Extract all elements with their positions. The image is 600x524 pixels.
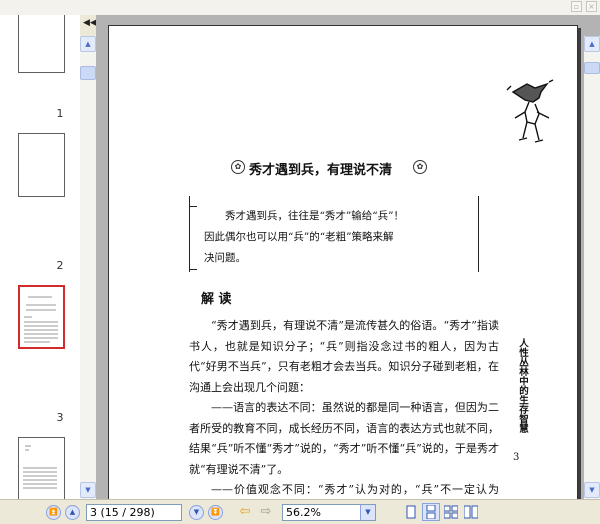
restore-icon[interactable]: ▫ bbox=[571, 1, 582, 12]
paragraph: “秀才遇到兵，有理说不清”是流传甚久的俗语。“秀才”指读书人，也就是知识分子；“… bbox=[189, 319, 499, 394]
thumbnail-label: 1 bbox=[56, 107, 64, 120]
back-arrow-icon[interactable]: ⇦ bbox=[237, 504, 253, 521]
forward-arrow-icon[interactable]: ⇨ bbox=[258, 504, 274, 521]
thumbnail-label: 2 bbox=[56, 259, 64, 272]
document-scroll-thumb[interactable] bbox=[584, 62, 600, 74]
page-number: 3 bbox=[513, 452, 520, 463]
quote-line: 秀才遇到兵，往往是“秀才”输给“兵”！ bbox=[225, 210, 404, 222]
previous-page-icon[interactable]: ▲ bbox=[65, 505, 80, 520]
first-page-icon[interactable]: ⏫ bbox=[46, 505, 61, 520]
thumbnail-page-4[interactable] bbox=[18, 437, 65, 499]
zoom-field[interactable]: 56.2% ▼ bbox=[282, 504, 376, 521]
quote-line: 决问题。 bbox=[204, 252, 246, 264]
document-page: ✿ 秀才遇到兵，有理说不清 ✿ 秀才遇到兵，往往是“秀才”输给“兵”！ 因此偶尔… bbox=[108, 25, 578, 499]
navigation-bar: ⏫ ▲ 3 (15 / 298) ▼ ⏬ ⇦ ⇨ 56.2% ▼ bbox=[0, 499, 600, 524]
zoom-value: 56.2% bbox=[286, 506, 321, 519]
page-number-field[interactable]: 3 (15 / 298) bbox=[86, 504, 182, 521]
single-page-view-icon[interactable] bbox=[402, 503, 420, 521]
continuous-view-icon[interactable] bbox=[422, 503, 440, 521]
scroll-down-icon[interactable]: ▼ bbox=[584, 482, 600, 498]
right-ornament-icon: ✿ bbox=[413, 160, 427, 174]
zoom-dropdown-icon[interactable]: ▼ bbox=[360, 505, 375, 520]
document-view: ✿ 秀才遇到兵，有理说不清 ✿ 秀才遇到兵，往往是“秀才”输给“兵”！ 因此偶尔… bbox=[96, 15, 600, 499]
scroll-up-icon[interactable]: ▲ bbox=[584, 36, 600, 52]
body-text: “秀才遇到兵，有理说不清”是流传甚久的俗语。“秀才”指读书人，也就是知识分子；“… bbox=[189, 316, 499, 499]
scroll-down-icon[interactable]: ▼ bbox=[80, 482, 96, 498]
quote-line: 因此偶尔也可以用“兵”的“老粗”策略来解 bbox=[204, 231, 394, 243]
thumbnail-page-2[interactable] bbox=[18, 133, 65, 197]
thumbnail-pane: 1 2 3 bbox=[0, 15, 80, 499]
thumbnail-text-lines bbox=[23, 445, 57, 489]
thumbnail-label: 3 bbox=[56, 411, 64, 424]
paragraph: ——价值观念不同：“秀才”认为对的，“兵”不一定认为对，“秀才”认为错的，“兵”… bbox=[211, 483, 499, 496]
section-heading: 解 读 bbox=[201, 292, 232, 307]
thumbnail-page-3[interactable] bbox=[18, 285, 65, 349]
thumbnail-scroll-thumb[interactable] bbox=[80, 66, 96, 80]
fox-illustration bbox=[506, 79, 554, 143]
thumbnail-scrollbar[interactable]: ▲ ▼ bbox=[80, 36, 96, 499]
continuous-facing-view-icon[interactable] bbox=[462, 503, 480, 521]
last-page-icon[interactable]: ⏬ bbox=[208, 505, 223, 520]
close-icon[interactable]: × bbox=[586, 1, 597, 12]
next-page-icon[interactable]: ▼ bbox=[189, 505, 204, 520]
facing-view-icon[interactable] bbox=[442, 503, 460, 521]
document-scrollbar[interactable]: ▲ ▼ bbox=[584, 36, 600, 499]
scroll-up-icon[interactable]: ▲ bbox=[80, 36, 96, 52]
running-side-caption: 人性丛林中的生存智慧 bbox=[517, 338, 528, 433]
collapse-pane-icon[interactable]: ◀◀ bbox=[83, 18, 97, 28]
quote-box: 秀才遇到兵，往往是“秀才”输给“兵”！ 因此偶尔也可以用“兵”的“老粗”策略来解… bbox=[189, 196, 479, 272]
paragraph: ——语言的表达不同：虽然说的都是同一种语言，但因为二者所受的教育不同，成长经历不… bbox=[189, 401, 499, 476]
left-ornament-icon: ✿ bbox=[231, 160, 245, 174]
thumbnail-page-1[interactable] bbox=[18, 15, 65, 73]
window-top-strip: ▫ × bbox=[0, 0, 600, 15]
thumbnail-text-lines bbox=[24, 296, 58, 343]
